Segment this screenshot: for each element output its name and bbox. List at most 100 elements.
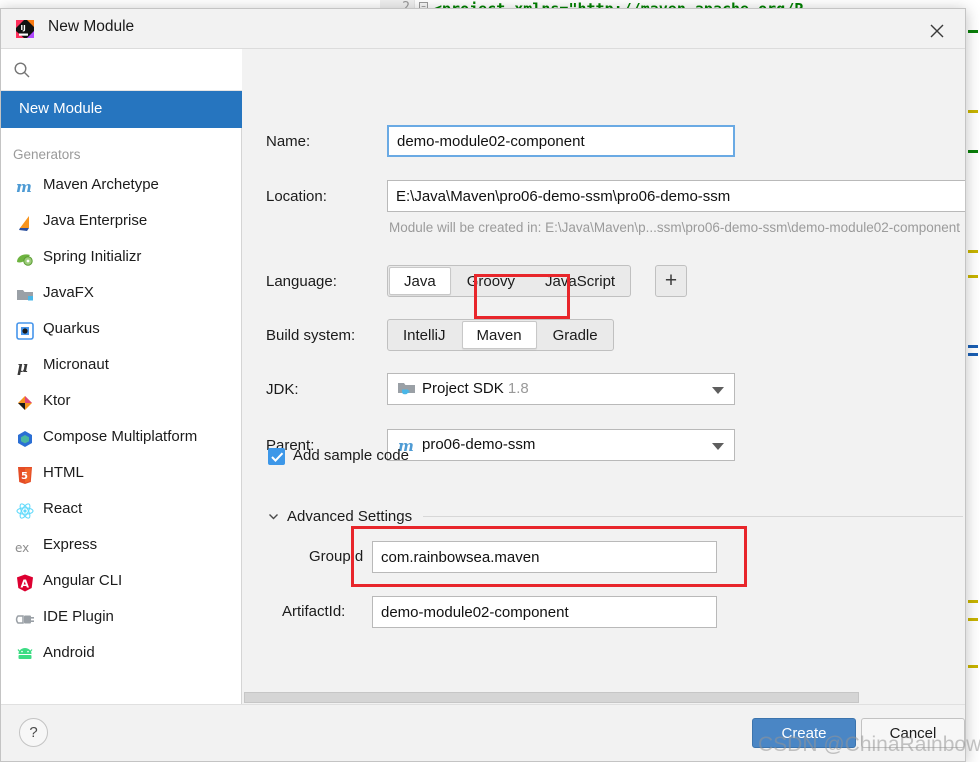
- sidebar-item-label: Ktor: [43, 392, 71, 409]
- sidebar-item-maven-archetype[interactable]: m Maven Archetype: [1, 169, 242, 205]
- chevron-down-icon[interactable]: [267, 510, 280, 528]
- quarkus-icon: [15, 321, 35, 341]
- search-row: [1, 49, 242, 91]
- sidebar-item-label: Android: [43, 644, 95, 661]
- javafx-icon: [15, 285, 35, 305]
- parent-combobox[interactable]: m pro06-demo-ssm: [387, 429, 735, 461]
- group-id-input[interactable]: [372, 541, 717, 573]
- sidebar-item-label: Java Enterprise: [43, 212, 148, 229]
- marker-tick: [968, 110, 978, 113]
- sidebar-item-label: JavaFX: [43, 284, 94, 301]
- horizontal-scrollbar-track[interactable]: [244, 690, 965, 704]
- dialog-title: New Module: [48, 18, 135, 35]
- sidebar-item-express[interactable]: ex Express: [1, 529, 242, 565]
- search-icon: [13, 61, 31, 84]
- create-button[interactable]: Create: [752, 718, 856, 748]
- add-language-button[interactable]: +: [655, 265, 687, 297]
- marker-tick: [968, 345, 978, 348]
- artifact-id-input[interactable]: [372, 596, 717, 628]
- name-label: Name:: [266, 133, 311, 150]
- language-segmented-control: Java Groovy JavaScript: [387, 265, 632, 297]
- sidebar-item-spring-initializr[interactable]: Spring Initializr: [1, 241, 242, 277]
- sidebar-item-quarkus[interactable]: Quarkus: [1, 313, 242, 349]
- build-system-option-gradle[interactable]: Gradle: [539, 321, 612, 349]
- sidebar-item-label: React: [43, 500, 83, 517]
- sidebar-item-label: Micronaut: [43, 356, 109, 373]
- name-input[interactable]: [387, 125, 735, 157]
- sidebar-item-micronaut[interactable]: μ Micronaut: [1, 349, 242, 385]
- express-icon: ex: [15, 537, 35, 557]
- generators-list: m Maven Archetype Java Enterprise Spring…: [1, 169, 242, 673]
- sidebar-item-label: Express: [43, 536, 98, 553]
- micronaut-icon: μ: [15, 357, 35, 377]
- marker-tick: [968, 150, 978, 153]
- location-hint: Module will be created in: E:\Java\Maven…: [389, 220, 961, 235]
- sidebar-item-compose-multiplatform[interactable]: Compose Multiplatform: [1, 421, 242, 457]
- language-option-groovy[interactable]: Groovy: [453, 267, 529, 295]
- add-sample-code-checkbox[interactable]: [268, 448, 285, 465]
- sidebar-item-javafx[interactable]: JavaFX: [1, 277, 242, 313]
- language-option-javascript[interactable]: JavaScript: [531, 267, 629, 295]
- sidebar-item-label: Maven Archetype: [43, 176, 159, 193]
- search-input[interactable]: [39, 58, 229, 82]
- section-divider: [423, 516, 963, 517]
- sidebar-item-java-enterprise[interactable]: Java Enterprise: [1, 205, 242, 241]
- marker-tick: [968, 665, 978, 668]
- sidebar-item-label: IDE Plugin: [43, 608, 114, 625]
- horizontal-scrollbar-thumb[interactable]: [244, 692, 859, 703]
- build-system-option-intellij[interactable]: IntelliJ: [389, 321, 460, 349]
- android-icon: [15, 645, 35, 665]
- sidebar-item-new-module[interactable]: New Module: [1, 91, 242, 128]
- group-id-label: GroupId: [309, 548, 364, 565]
- sidebar-item-label: Spring Initializr: [43, 248, 142, 265]
- marker-tick: [968, 275, 978, 278]
- jdk-value: Project SDK 1.8: [422, 380, 529, 397]
- build-system-option-maven[interactable]: Maven: [461, 321, 537, 349]
- sidebar-item-angular-cli[interactable]: A Angular CLI: [1, 565, 242, 601]
- parent-value: pro06-demo-ssm: [422, 436, 536, 453]
- dialog-footer: ? Create Cancel: [1, 704, 965, 761]
- jdk-combobox[interactable]: Project SDK 1.8: [387, 373, 735, 405]
- help-button[interactable]: ?: [19, 718, 48, 747]
- new-module-dialog: IJ New Module New Module Generators m Ma…: [0, 8, 966, 762]
- jdk-version: 1.8: [507, 380, 529, 397]
- marker-tick: [968, 353, 978, 356]
- sidebar-item-html[interactable]: 5 HTML: [1, 457, 242, 493]
- intellij-idea-icon: IJ: [15, 19, 35, 39]
- cancel-button[interactable]: Cancel: [861, 718, 965, 748]
- spring-icon: [15, 249, 35, 269]
- svg-text:IJ: IJ: [21, 24, 26, 32]
- sidebar-item-ktor[interactable]: Ktor: [1, 385, 242, 421]
- sidebar-item-ide-plugin[interactable]: IDE Plugin: [1, 601, 242, 637]
- chevron-down-icon: [712, 387, 724, 394]
- close-icon[interactable]: [919, 16, 955, 44]
- editor-right-strip: [966, 0, 980, 762]
- location-input[interactable]: [387, 180, 965, 212]
- language-option-java[interactable]: Java: [389, 267, 451, 295]
- generators-sidebar: New Module Generators m Maven Archetype …: [1, 49, 242, 706]
- marker-tick: [968, 30, 978, 33]
- language-label: Language:: [266, 273, 337, 290]
- sidebar-item-android[interactable]: Android: [1, 637, 242, 673]
- location-label: Location:: [266, 188, 327, 205]
- angular-icon: A: [15, 573, 35, 593]
- marker-tick: [968, 600, 978, 603]
- advanced-settings-title[interactable]: Advanced Settings: [287, 508, 412, 525]
- svg-text:μ: μ: [17, 358, 28, 376]
- svg-text:5: 5: [21, 471, 28, 482]
- jdk-folder-icon: [397, 380, 416, 404]
- build-system-segmented-control: IntelliJ Maven Gradle: [387, 319, 614, 351]
- generators-header: Generators: [13, 147, 81, 162]
- module-form: Name: Location: Module will be created i…: [243, 49, 965, 706]
- svg-text:A: A: [21, 578, 30, 591]
- ktor-icon: [15, 393, 35, 413]
- compose-icon: [15, 429, 35, 449]
- svg-text:ex: ex: [15, 541, 29, 555]
- chevron-down-icon: [712, 443, 724, 450]
- sidebar-item-label: Angular CLI: [43, 572, 123, 589]
- plugin-icon: [15, 609, 35, 629]
- sidebar-item-label: New Module: [19, 100, 103, 117]
- sidebar-item-label: Quarkus: [43, 320, 100, 337]
- java-enterprise-icon: [15, 213, 35, 233]
- sidebar-item-react[interactable]: React: [1, 493, 242, 529]
